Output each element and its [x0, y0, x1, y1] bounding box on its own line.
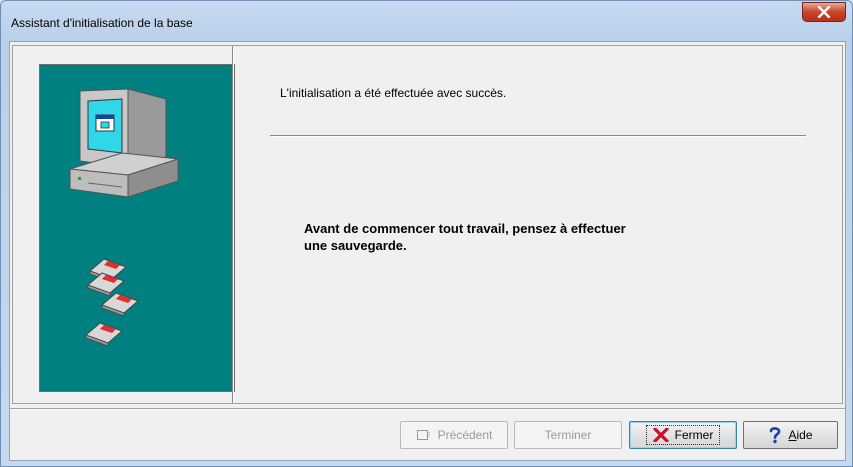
help-button[interactable]: Aide: [743, 421, 838, 449]
wizard-client-area: L'initialisation a été effectuée avec su…: [9, 41, 846, 461]
window-close-button[interactable]: [802, 2, 846, 22]
finish-button[interactable]: Terminer: [514, 421, 622, 449]
success-message: L'initialisation a été effectuée avec su…: [280, 86, 507, 100]
red-x-icon: [653, 428, 669, 442]
backup-reminder: Avant de commencer tout travail, pensez …: [304, 220, 784, 254]
backup-reminder-line1: Avant de commencer tout travail, pensez …: [304, 221, 626, 236]
button-bar-separator: [10, 408, 845, 410]
previous-page-icon: [416, 430, 430, 440]
wizard-window: Assistant d'initialisation de la base L'…: [0, 0, 853, 467]
close-button-label: Fermer: [674, 428, 714, 442]
close-button[interactable]: Fermer: [629, 421, 737, 449]
wizard-image-panel: [39, 64, 235, 392]
finish-button-label: Terminer: [544, 428, 592, 442]
previous-button-label: Précédent: [437, 428, 493, 442]
floppy-disk-icon: [85, 258, 139, 347]
window-title: Assistant d'initialisation de la base: [11, 16, 193, 30]
question-mark-icon: [770, 427, 781, 444]
close-icon: [817, 6, 831, 18]
close-button-focus: Fermer: [645, 425, 721, 445]
backup-reminder-line2: une sauvegarde.: [304, 238, 407, 253]
help-accel-letter: A: [788, 428, 797, 442]
panel-divider-highlight: [233, 46, 234, 403]
help-label-rest: ide: [796, 428, 813, 442]
content-separator: [270, 135, 806, 137]
title-bar[interactable]: Assistant d'initialisation de la base: [1, 1, 852, 39]
computer-icon: [69, 88, 179, 198]
help-button-label: Aide: [788, 428, 812, 442]
previous-button[interactable]: Précédent: [400, 421, 508, 449]
wizard-content-panel: L'initialisation a été effectuée avec su…: [12, 45, 843, 404]
